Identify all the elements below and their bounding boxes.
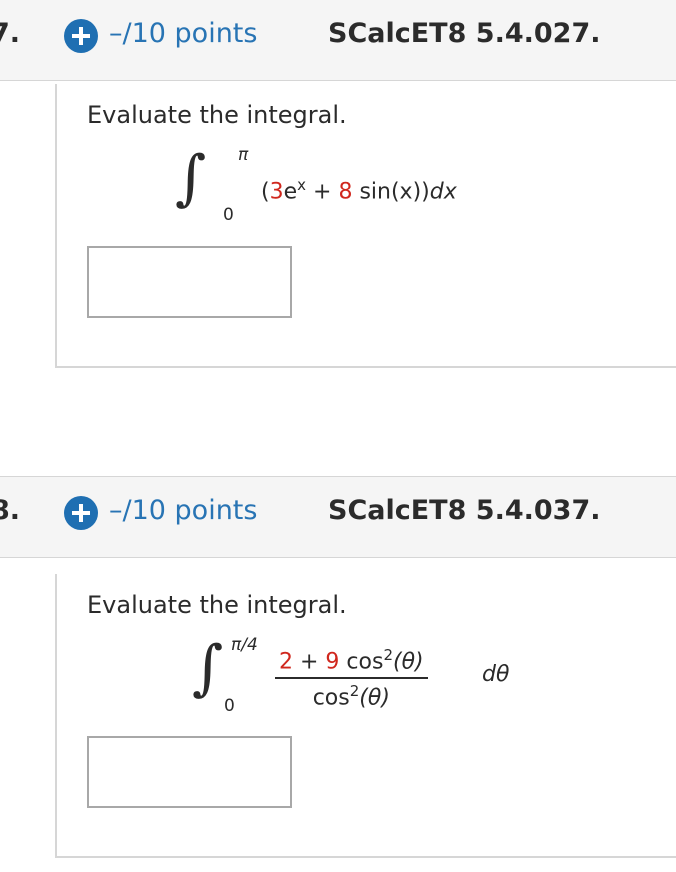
integral-upper-limit: π/4: [231, 635, 258, 655]
denominator-cos: cos: [312, 685, 350, 711]
numerator-arg: (θ): [392, 649, 424, 675]
question-7-panel: Evaluate the integral. ∫ π 0 (3ex + 8 si…: [55, 84, 676, 368]
question-number: 7.: [0, 18, 21, 49]
denominator-arg: (θ): [359, 685, 390, 711]
answer-input[interactable]: [87, 246, 292, 318]
question-prompt: Evaluate the integral.: [87, 591, 347, 619]
exp-power: x: [297, 176, 307, 194]
integrand-fraction: 2 + 9 cos2(θ) cos2(θ): [275, 646, 428, 711]
question-id: SCalcET8 5.4.027.: [328, 18, 601, 49]
differential: dx: [429, 179, 457, 205]
integrand: (3ex + 8 sin(x))dx: [261, 176, 457, 204]
points-label: –/10 points: [109, 495, 258, 526]
numerator-term-b: 9: [325, 649, 340, 675]
integral-upper-limit: π: [238, 145, 249, 165]
integral-lower-limit: 0: [224, 696, 235, 716]
integrand-rest: sin(x)): [352, 179, 430, 205]
question-prompt: Evaluate the integral.: [87, 101, 347, 129]
open-paren: (: [261, 179, 270, 205]
coefficient-1: 3: [269, 179, 284, 205]
expand-plus-icon[interactable]: [64, 19, 98, 53]
expand-plus-icon[interactable]: [64, 496, 98, 530]
question-8-panel: Evaluate the integral. ∫ π/4 0 2 + 9 cos…: [55, 574, 676, 858]
question-8-header: 8. –/10 points SCalcET8 5.4.037.: [0, 476, 676, 558]
numerator-term-a: 2: [279, 649, 293, 675]
numerator-plus: +: [293, 649, 326, 675]
numerator-cos: cos: [339, 649, 384, 675]
fraction-numerator: 2 + 9 cos2(θ): [275, 646, 428, 680]
coefficient-2: 8: [338, 179, 353, 205]
question-number: 8.: [0, 495, 21, 526]
integral-lower-limit: 0: [223, 205, 234, 225]
answer-input[interactable]: [87, 736, 292, 808]
differential: dθ: [482, 662, 510, 687]
plus-sign: +: [306, 179, 339, 205]
numerator-square: 2: [383, 646, 393, 664]
exp-base: e: [283, 179, 298, 205]
question-id: SCalcET8 5.4.037.: [328, 495, 601, 526]
denominator-square: 2: [349, 682, 360, 701]
integral-sign: ∫: [175, 143, 207, 213]
integral-sign: ∫: [192, 633, 224, 703]
points-label: –/10 points: [109, 18, 258, 49]
question-7-header: 7. –/10 points SCalcET8 5.4.027.: [0, 0, 676, 81]
fraction-denominator: cos2(θ): [275, 679, 428, 710]
